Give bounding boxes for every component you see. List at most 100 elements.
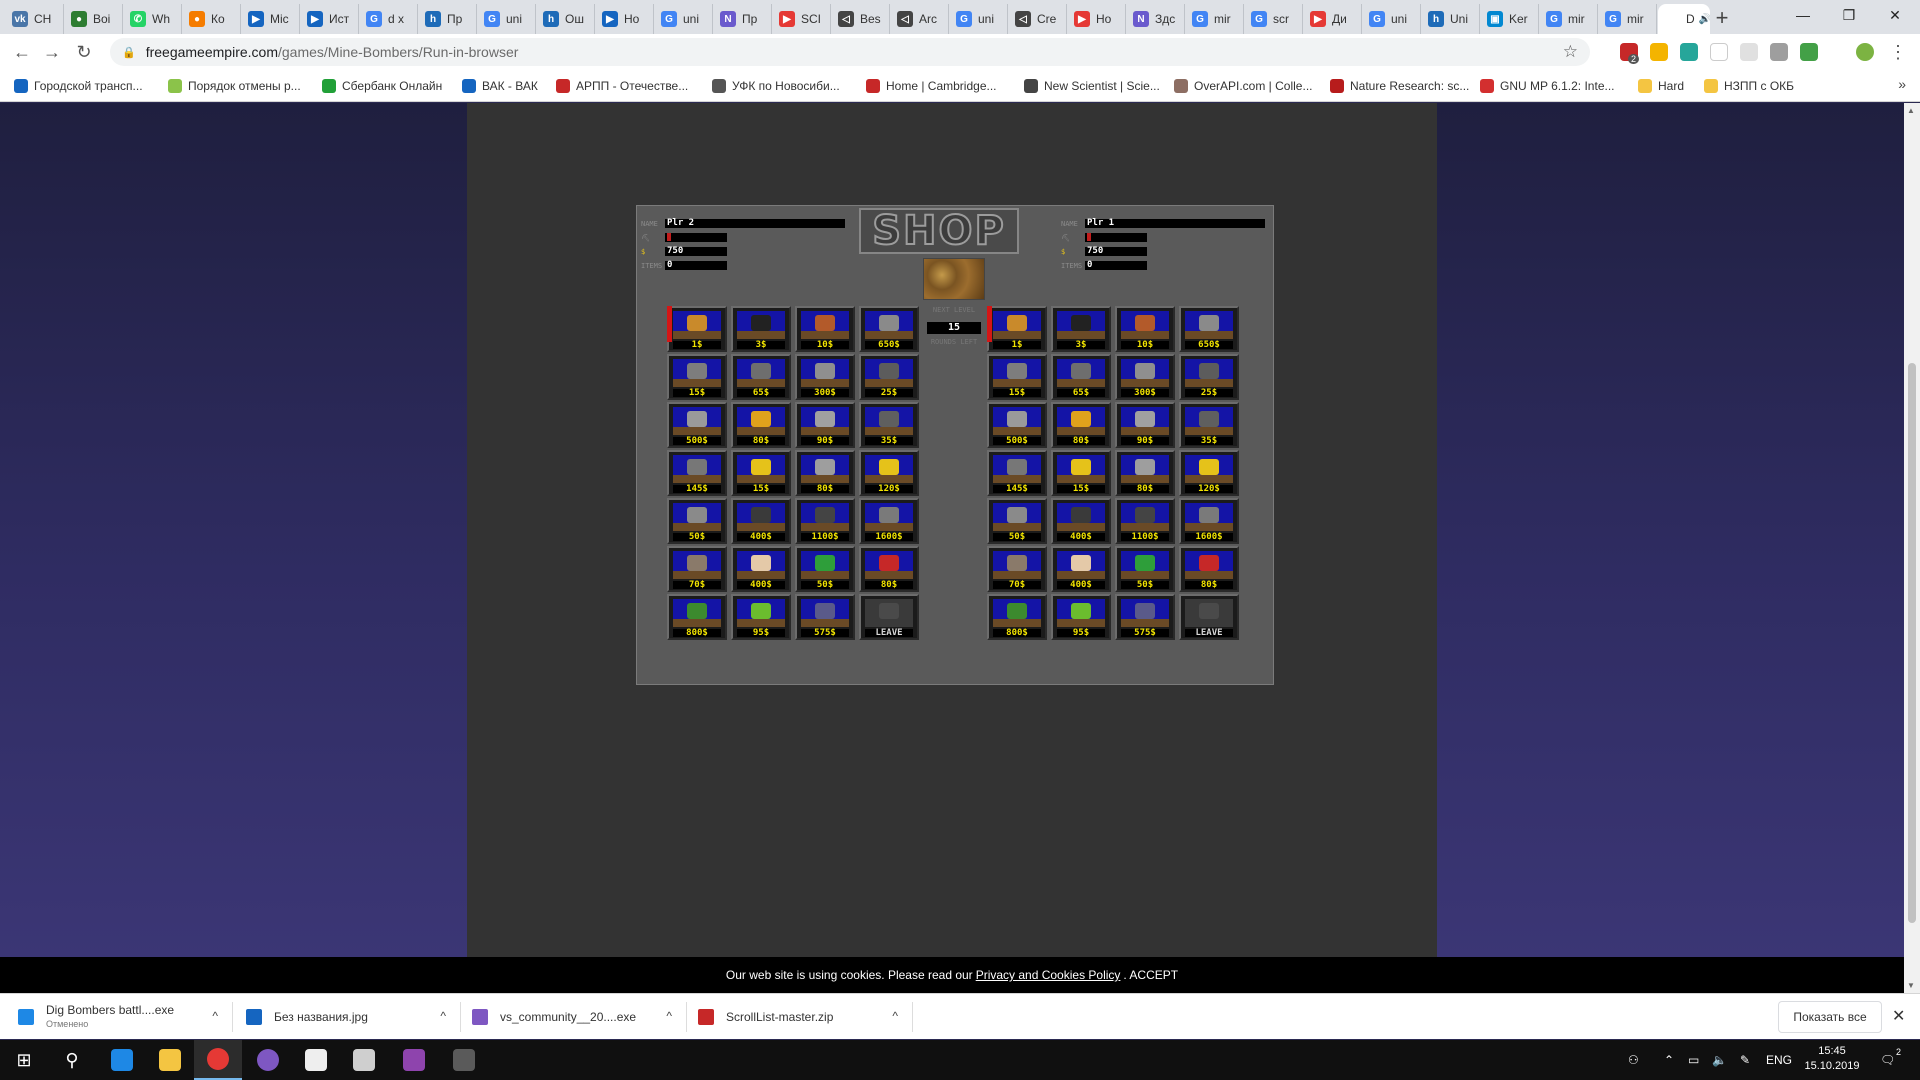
- close-downloads-icon[interactable]: ✕: [1892, 1006, 1905, 1026]
- browser-tab[interactable]: ◁ Bes: [832, 4, 890, 34]
- browser-tab[interactable]: Guni: [1363, 4, 1421, 34]
- new-tab-button[interactable]: +: [1708, 4, 1736, 32]
- close-window-button[interactable]: ✕: [1872, 0, 1918, 30]
- shop-item[interactable]: 25$: [1179, 354, 1239, 400]
- shop-item[interactable]: 400$: [1051, 498, 1111, 544]
- download-menu-chevron-icon[interactable]: ^: [666, 1009, 672, 1023]
- download-item[interactable]: Без названия.jpg ^: [246, 1000, 446, 1034]
- shop-item[interactable]: 1$: [987, 306, 1047, 352]
- forward-button[interactable]: →: [40, 40, 64, 64]
- discord-icon[interactable]: [244, 1040, 292, 1080]
- shop-item[interactable]: 65$: [731, 354, 791, 400]
- scrollbar-thumb[interactable]: [1908, 363, 1916, 923]
- browser-tab[interactable]: ✆ Wh: [124, 4, 182, 34]
- shop-item[interactable]: 800$: [987, 594, 1047, 640]
- shop-item[interactable]: 35$: [859, 402, 919, 448]
- restore-button[interactable]: ❐: [1826, 0, 1872, 30]
- shop-item[interactable]: 50$: [1115, 546, 1175, 592]
- shop-item[interactable]: 1600$: [859, 498, 919, 544]
- bookmark-item[interactable]: АРПП - Отечестве...: [556, 77, 688, 95]
- download-item[interactable]: Dig Bombers battl....exe Отменено ^: [18, 1000, 218, 1034]
- shop-item[interactable]: 800$: [667, 594, 727, 640]
- bookmark-item[interactable]: Сбербанк Онлайн: [322, 77, 442, 95]
- bookmark-item[interactable]: УФК по Новосиби...: [712, 77, 840, 95]
- shop-item[interactable]: 70$: [667, 546, 727, 592]
- browser-tab[interactable]: ◁ Arc: [891, 4, 949, 34]
- shop-item[interactable]: 650$: [1179, 306, 1239, 352]
- shop-item[interactable]: 1$: [667, 306, 727, 352]
- bookmark-item[interactable]: Hard: [1638, 77, 1684, 95]
- download-menu-chevron-icon[interactable]: ^: [440, 1009, 446, 1023]
- shop-item[interactable]: 400$: [731, 546, 791, 592]
- browser-tab[interactable]: N Пр: [714, 4, 772, 34]
- unity-hub-icon[interactable]: [340, 1040, 388, 1080]
- shop-item[interactable]: 50$: [795, 546, 855, 592]
- menu-icon[interactable]: ⋮: [1886, 40, 1910, 64]
- shop-item[interactable]: 400$: [731, 498, 791, 544]
- shop-item[interactable]: 145$: [667, 450, 727, 496]
- shop-item[interactable]: 80$: [1051, 402, 1111, 448]
- browser-tab[interactable]: Gmir: [1540, 4, 1598, 34]
- browser-tab[interactable]: ▶ Ho: [596, 4, 654, 34]
- reload-button[interactable]: ↻: [72, 40, 96, 64]
- leave-shop-button[interactable]: LEAVE: [1179, 594, 1239, 640]
- shop-item[interactable]: 80$: [859, 546, 919, 592]
- accept-cookies-button[interactable]: . ACCEPT: [1123, 968, 1178, 982]
- shop-item[interactable]: 80$: [795, 450, 855, 496]
- shop-item[interactable]: 10$: [795, 306, 855, 352]
- people-icon[interactable]: ⚇: [1628, 1040, 1639, 1080]
- bookmark-item[interactable]: Городской трансп...: [14, 77, 143, 95]
- shop-item[interactable]: 50$: [667, 498, 727, 544]
- shop-item[interactable]: 80$: [1179, 546, 1239, 592]
- browser-tab[interactable]: Gmir: [1599, 4, 1657, 34]
- shop-item[interactable]: 65$: [1051, 354, 1111, 400]
- browser-tab[interactable]: ▶ Ho: [1068, 4, 1126, 34]
- profile-avatar[interactable]: [1856, 43, 1874, 61]
- shop-item[interactable]: 3$: [731, 306, 791, 352]
- shop-item[interactable]: 90$: [795, 402, 855, 448]
- show-all-downloads-button[interactable]: Показать все: [1778, 1001, 1882, 1033]
- bookmark-item[interactable]: Nature Research: sc...: [1330, 77, 1469, 95]
- network-icon[interactable]: ▭: [1688, 1040, 1699, 1080]
- browser-tab[interactable]: ▶ Ист: [301, 4, 359, 34]
- shop-item[interactable]: 10$: [1115, 306, 1175, 352]
- bookmark-item[interactable]: Порядок отмены р...: [168, 77, 301, 95]
- extension-icon[interactable]: [1770, 43, 1788, 61]
- shop-item[interactable]: 120$: [859, 450, 919, 496]
- page-scrollbar[interactable]: ▲ ▼: [1904, 103, 1920, 993]
- bookmarks-overflow-button[interactable]: »: [1898, 76, 1906, 92]
- browser-tab[interactable]: vk СН: [6, 4, 64, 34]
- browser-tab[interactable]: h Пр: [419, 4, 477, 34]
- notifications-icon[interactable]: 🗨: [1880, 1040, 1895, 1080]
- shop-item[interactable]: 15$: [667, 354, 727, 400]
- minimize-button[interactable]: —: [1780, 0, 1826, 30]
- scroll-down-icon[interactable]: ▼: [1907, 981, 1915, 990]
- download-item[interactable]: ScrollList-master.zip ^: [698, 1000, 898, 1034]
- shop-item[interactable]: 15$: [1051, 450, 1111, 496]
- bookmark-star-icon[interactable]: ☆: [1563, 42, 1578, 62]
- browser-tab[interactable]: Guni: [655, 4, 713, 34]
- bookmark-item[interactable]: НЗПП с ОКБ: [1704, 77, 1794, 95]
- browser-tab[interactable]: h Ош: [537, 4, 595, 34]
- download-menu-chevron-icon[interactable]: ^: [892, 1009, 898, 1023]
- download-menu-chevron-icon[interactable]: ^: [212, 1009, 218, 1023]
- extension-icon[interactable]: [1650, 43, 1668, 61]
- browser-tab[interactable]: Gscr: [1245, 4, 1303, 34]
- browser-tab[interactable]: N Здс: [1127, 4, 1185, 34]
- bookmark-item[interactable]: Home | Cambridge...: [866, 77, 997, 95]
- shop-item[interactable]: 3$: [1051, 306, 1111, 352]
- language-indicator[interactable]: ENG: [1766, 1040, 1792, 1080]
- browser-tab[interactable]: ● Ко: [183, 4, 241, 34]
- shop-item[interactable]: 50$: [987, 498, 1047, 544]
- browser-tab[interactable]: ▶ Mic: [242, 4, 300, 34]
- clock[interactable]: 15:45 15.10.2019: [1800, 1044, 1864, 1074]
- extension-icon[interactable]: [1740, 43, 1758, 61]
- game-canvas[interactable]: NAME Plr 2 ⛏ $750 ITEMS 0 NAME Plr 1 ⛏ $750…: [636, 205, 1274, 685]
- shop-item[interactable]: 145$: [987, 450, 1047, 496]
- extension-icon[interactable]: [1680, 43, 1698, 61]
- pen-icon[interactable]: ✎: [1740, 1040, 1750, 1080]
- start-button[interactable]: ⊞: [0, 1040, 48, 1080]
- extension-icon[interactable]: [1710, 43, 1728, 61]
- shop-item[interactable]: 95$: [1051, 594, 1111, 640]
- chrome-icon[interactable]: [194, 1040, 242, 1080]
